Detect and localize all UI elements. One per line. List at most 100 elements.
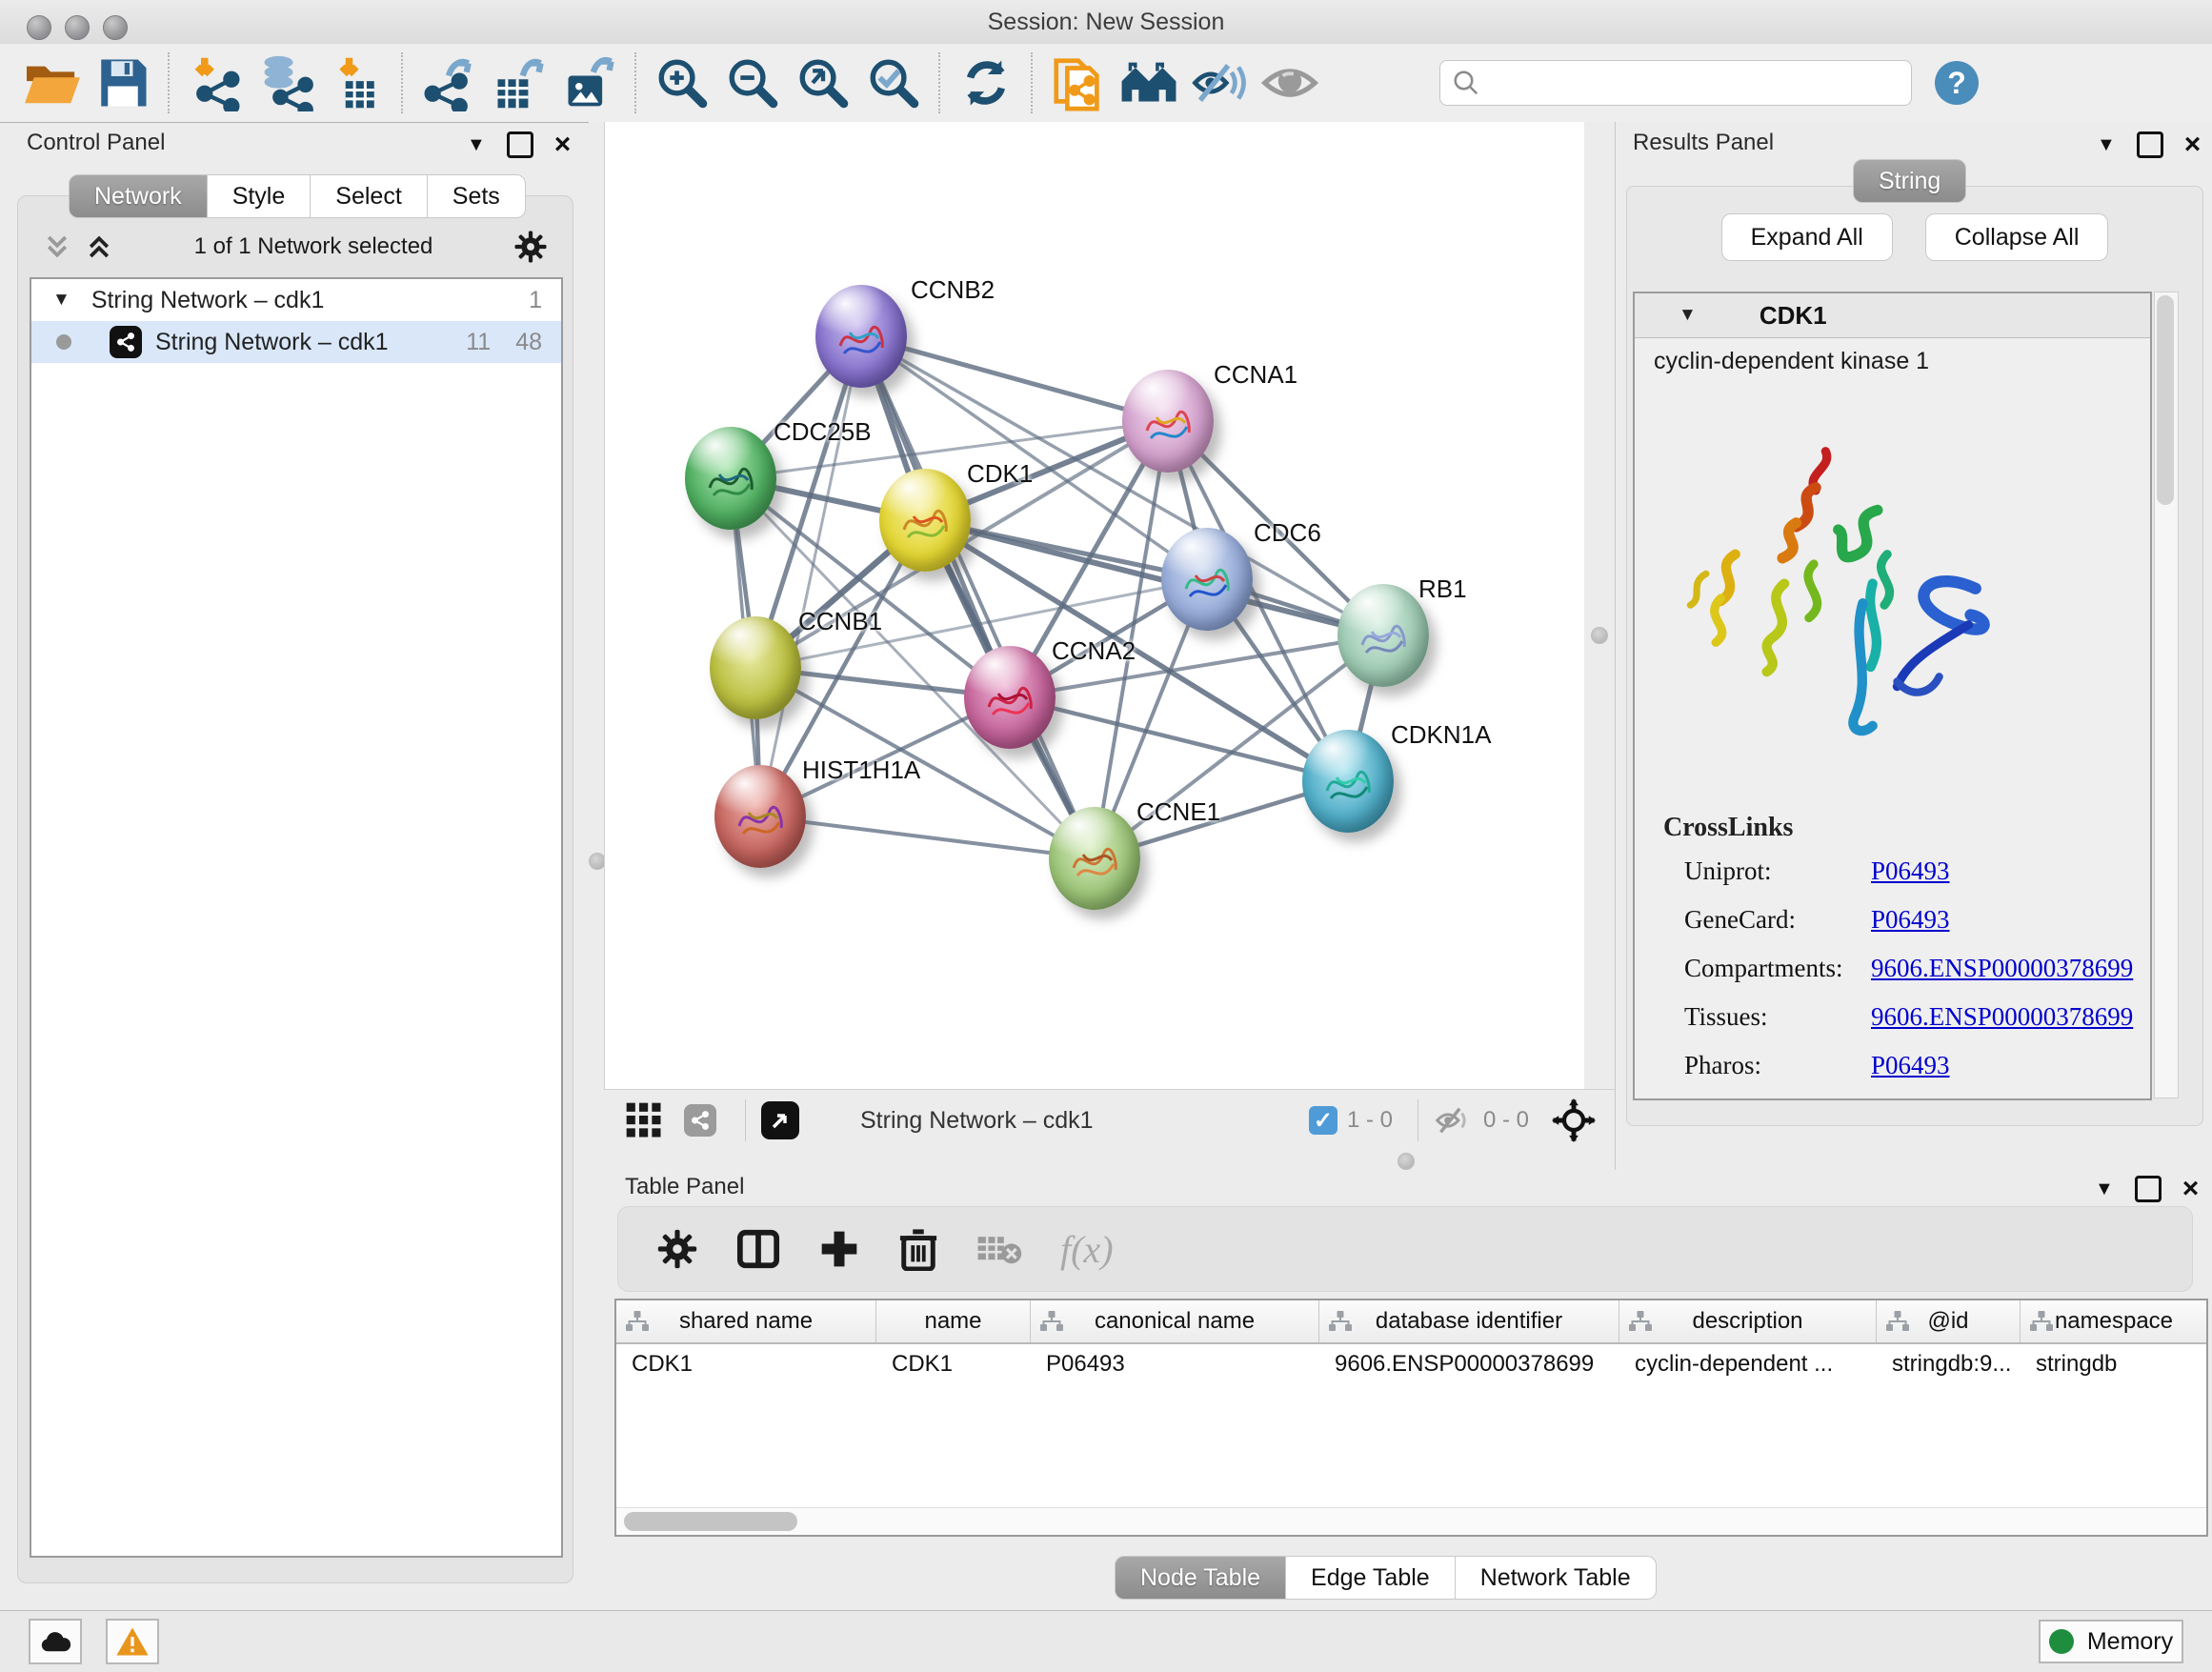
table-horizontal-scrollbar[interactable] [616, 1507, 2206, 1535]
network-view-share-icon[interactable] [684, 1104, 716, 1137]
column-header-database-identifier[interactable]: database identifier [1319, 1300, 1619, 1342]
column-header-canonical-name[interactable]: canonical name [1031, 1300, 1319, 1342]
import-network-file-button[interactable] [180, 51, 251, 114]
table-cell[interactable]: stringdb [2021, 1351, 2208, 1378]
crosslink-link[interactable]: 9606.ENSP00000378699 [1871, 954, 2133, 983]
network-node-HIST1H1A[interactable] [714, 765, 806, 868]
tab-network-table[interactable]: Network Table [1456, 1556, 1657, 1600]
network-node-CCNB2[interactable] [815, 285, 907, 388]
zoom-selected-button[interactable] [858, 51, 929, 114]
network-node-CDC25B[interactable] [685, 427, 776, 530]
gear-icon[interactable] [513, 230, 548, 264]
panel-float-icon[interactable] [2135, 1176, 2162, 1202]
table-cell[interactable]: 9606.ENSP00000378699 [1319, 1351, 1619, 1378]
export-image-button[interactable] [554, 51, 625, 114]
expand-all-button[interactable]: Expand All [1721, 213, 1893, 261]
table-cell[interactable]: CDK1 [616, 1351, 876, 1378]
network-home-button[interactable] [1114, 51, 1184, 114]
zoom-in-button[interactable] [647, 51, 717, 114]
left-splitter[interactable] [589, 122, 604, 1089]
network-node-CDK1[interactable] [879, 469, 971, 572]
table-settings-gear-icon[interactable] [656, 1228, 698, 1270]
fit-content-crosshair-icon[interactable] [1552, 1098, 1596, 1142]
delete-column-trash-icon[interactable] [898, 1227, 938, 1271]
expand-all-networks-icon[interactable] [85, 232, 113, 261]
network-node-CCNA2[interactable] [964, 646, 1056, 749]
column-header-name[interactable]: name [876, 1300, 1031, 1342]
memory-button[interactable]: Memory [2039, 1620, 2183, 1663]
network-node-CCNA1[interactable] [1122, 370, 1214, 473]
tab-network[interactable]: Network [69, 174, 208, 218]
cloud-status-button[interactable] [29, 1619, 82, 1664]
tab-string[interactable]: String [1853, 159, 1966, 203]
column-header-description[interactable]: description [1619, 1300, 1877, 1342]
hide-annotations-button[interactable] [1184, 51, 1255, 114]
network-node-CDC6[interactable] [1161, 528, 1253, 631]
open-session-button[interactable] [17, 51, 88, 114]
panel-float-icon[interactable] [507, 131, 533, 158]
collection-expand-icon[interactable]: ▼ [52, 290, 70, 311]
right-splitter-grip[interactable] [1591, 627, 1608, 644]
panel-menu-icon[interactable]: ▼ [467, 134, 486, 156]
network-edge[interactable] [760, 336, 861, 816]
help-button[interactable]: ? [1935, 61, 1979, 105]
column-header-shared-name[interactable]: shared name [616, 1300, 876, 1342]
network-edge[interactable] [861, 336, 1168, 421]
table-cell[interactable]: CDK1 [876, 1351, 1031, 1378]
import-network-database-button[interactable] [251, 51, 321, 114]
save-session-button[interactable] [88, 51, 158, 114]
network-row-selected[interactable]: String Network – cdk1 11 48 [31, 321, 561, 363]
export-table-button[interactable] [484, 51, 554, 114]
panel-menu-icon[interactable]: ▼ [2095, 1178, 2114, 1200]
grid-view-icon[interactable] [625, 1101, 663, 1139]
network-node-CCNB1[interactable] [710, 616, 801, 719]
results-scrollbar[interactable] [2154, 292, 2179, 1098]
add-column-plus-icon[interactable] [818, 1228, 860, 1270]
zoom-fit-button[interactable] [788, 51, 858, 114]
network-node-CDKN1A[interactable] [1302, 730, 1394, 833]
panel-close-icon[interactable]: × [2182, 1178, 2200, 1199]
collapse-all-button[interactable]: Collapse All [1925, 213, 2109, 261]
network-canvas[interactable]: CCNB2CCNA1CDC25BCDK1CDC6RB1CCNB1CCNA2CDK… [604, 122, 1585, 1089]
tab-edge-table[interactable]: Edge Table [1286, 1556, 1456, 1600]
tab-node-table[interactable]: Node Table [1115, 1556, 1286, 1600]
table-cell[interactable]: stringdb:9... [1877, 1351, 2021, 1378]
show-columns-icon[interactable] [736, 1227, 780, 1271]
export-network-button[interactable] [413, 51, 484, 114]
network-node-RB1[interactable] [1337, 584, 1429, 687]
panel-close-icon[interactable]: × [554, 134, 572, 155]
panel-menu-icon[interactable]: ▼ [2097, 134, 2116, 156]
table-row[interactable]: CDK1CDK1P064939606.ENSP00000378699cyclin… [616, 1344, 2206, 1384]
tab-select[interactable]: Select [311, 174, 427, 218]
collapse-all-networks-icon[interactable] [43, 232, 71, 261]
search-input[interactable] [1480, 69, 1900, 97]
column-header--id[interactable]: @id [1877, 1300, 2021, 1342]
show-graphics-details-button[interactable] [1255, 51, 1325, 114]
selected-checkbox-icon[interactable]: ✓ [1309, 1106, 1337, 1135]
import-table-file-button[interactable] [321, 51, 392, 114]
birds-eye-view-icon[interactable] [761, 1101, 799, 1139]
gene-collapse-icon[interactable]: ▼ [1679, 305, 1697, 326]
network-collection-row[interactable]: ▼ String Network – cdk1 1 [31, 279, 561, 321]
table-cell[interactable]: cyclin-dependent ... [1619, 1351, 1877, 1378]
tab-style[interactable]: Style [208, 174, 312, 218]
gene-header-row[interactable]: ▼ CDK1 [1635, 293, 2150, 338]
panel-float-icon[interactable] [2137, 131, 2163, 158]
column-header-namespace[interactable]: namespace [2021, 1300, 2208, 1342]
network-node-CCNE1[interactable] [1049, 807, 1140, 910]
warning-status-button[interactable] [106, 1619, 159, 1664]
crosslink-link[interactable]: P06493 [1871, 1051, 1950, 1080]
share-document-button[interactable] [1043, 51, 1114, 114]
right-splitter[interactable] [1584, 122, 1615, 1089]
search-box[interactable] [1439, 60, 1912, 106]
table-cell[interactable]: P06493 [1031, 1351, 1319, 1378]
zoom-out-button[interactable] [717, 51, 788, 114]
tab-sets[interactable]: Sets [428, 174, 526, 218]
crosslink-link[interactable]: P06493 [1871, 905, 1950, 935]
network-edge[interactable] [760, 816, 1095, 858]
panel-close-icon[interactable]: × [2184, 134, 2202, 155]
bottom-splitter-grip[interactable] [1398, 1153, 1415, 1170]
crosslink-link[interactable]: 9606.ENSP00000378699 [1871, 1002, 2133, 1032]
crosslink-link[interactable]: P06493 [1871, 856, 1950, 886]
refresh-button[interactable] [951, 51, 1021, 114]
